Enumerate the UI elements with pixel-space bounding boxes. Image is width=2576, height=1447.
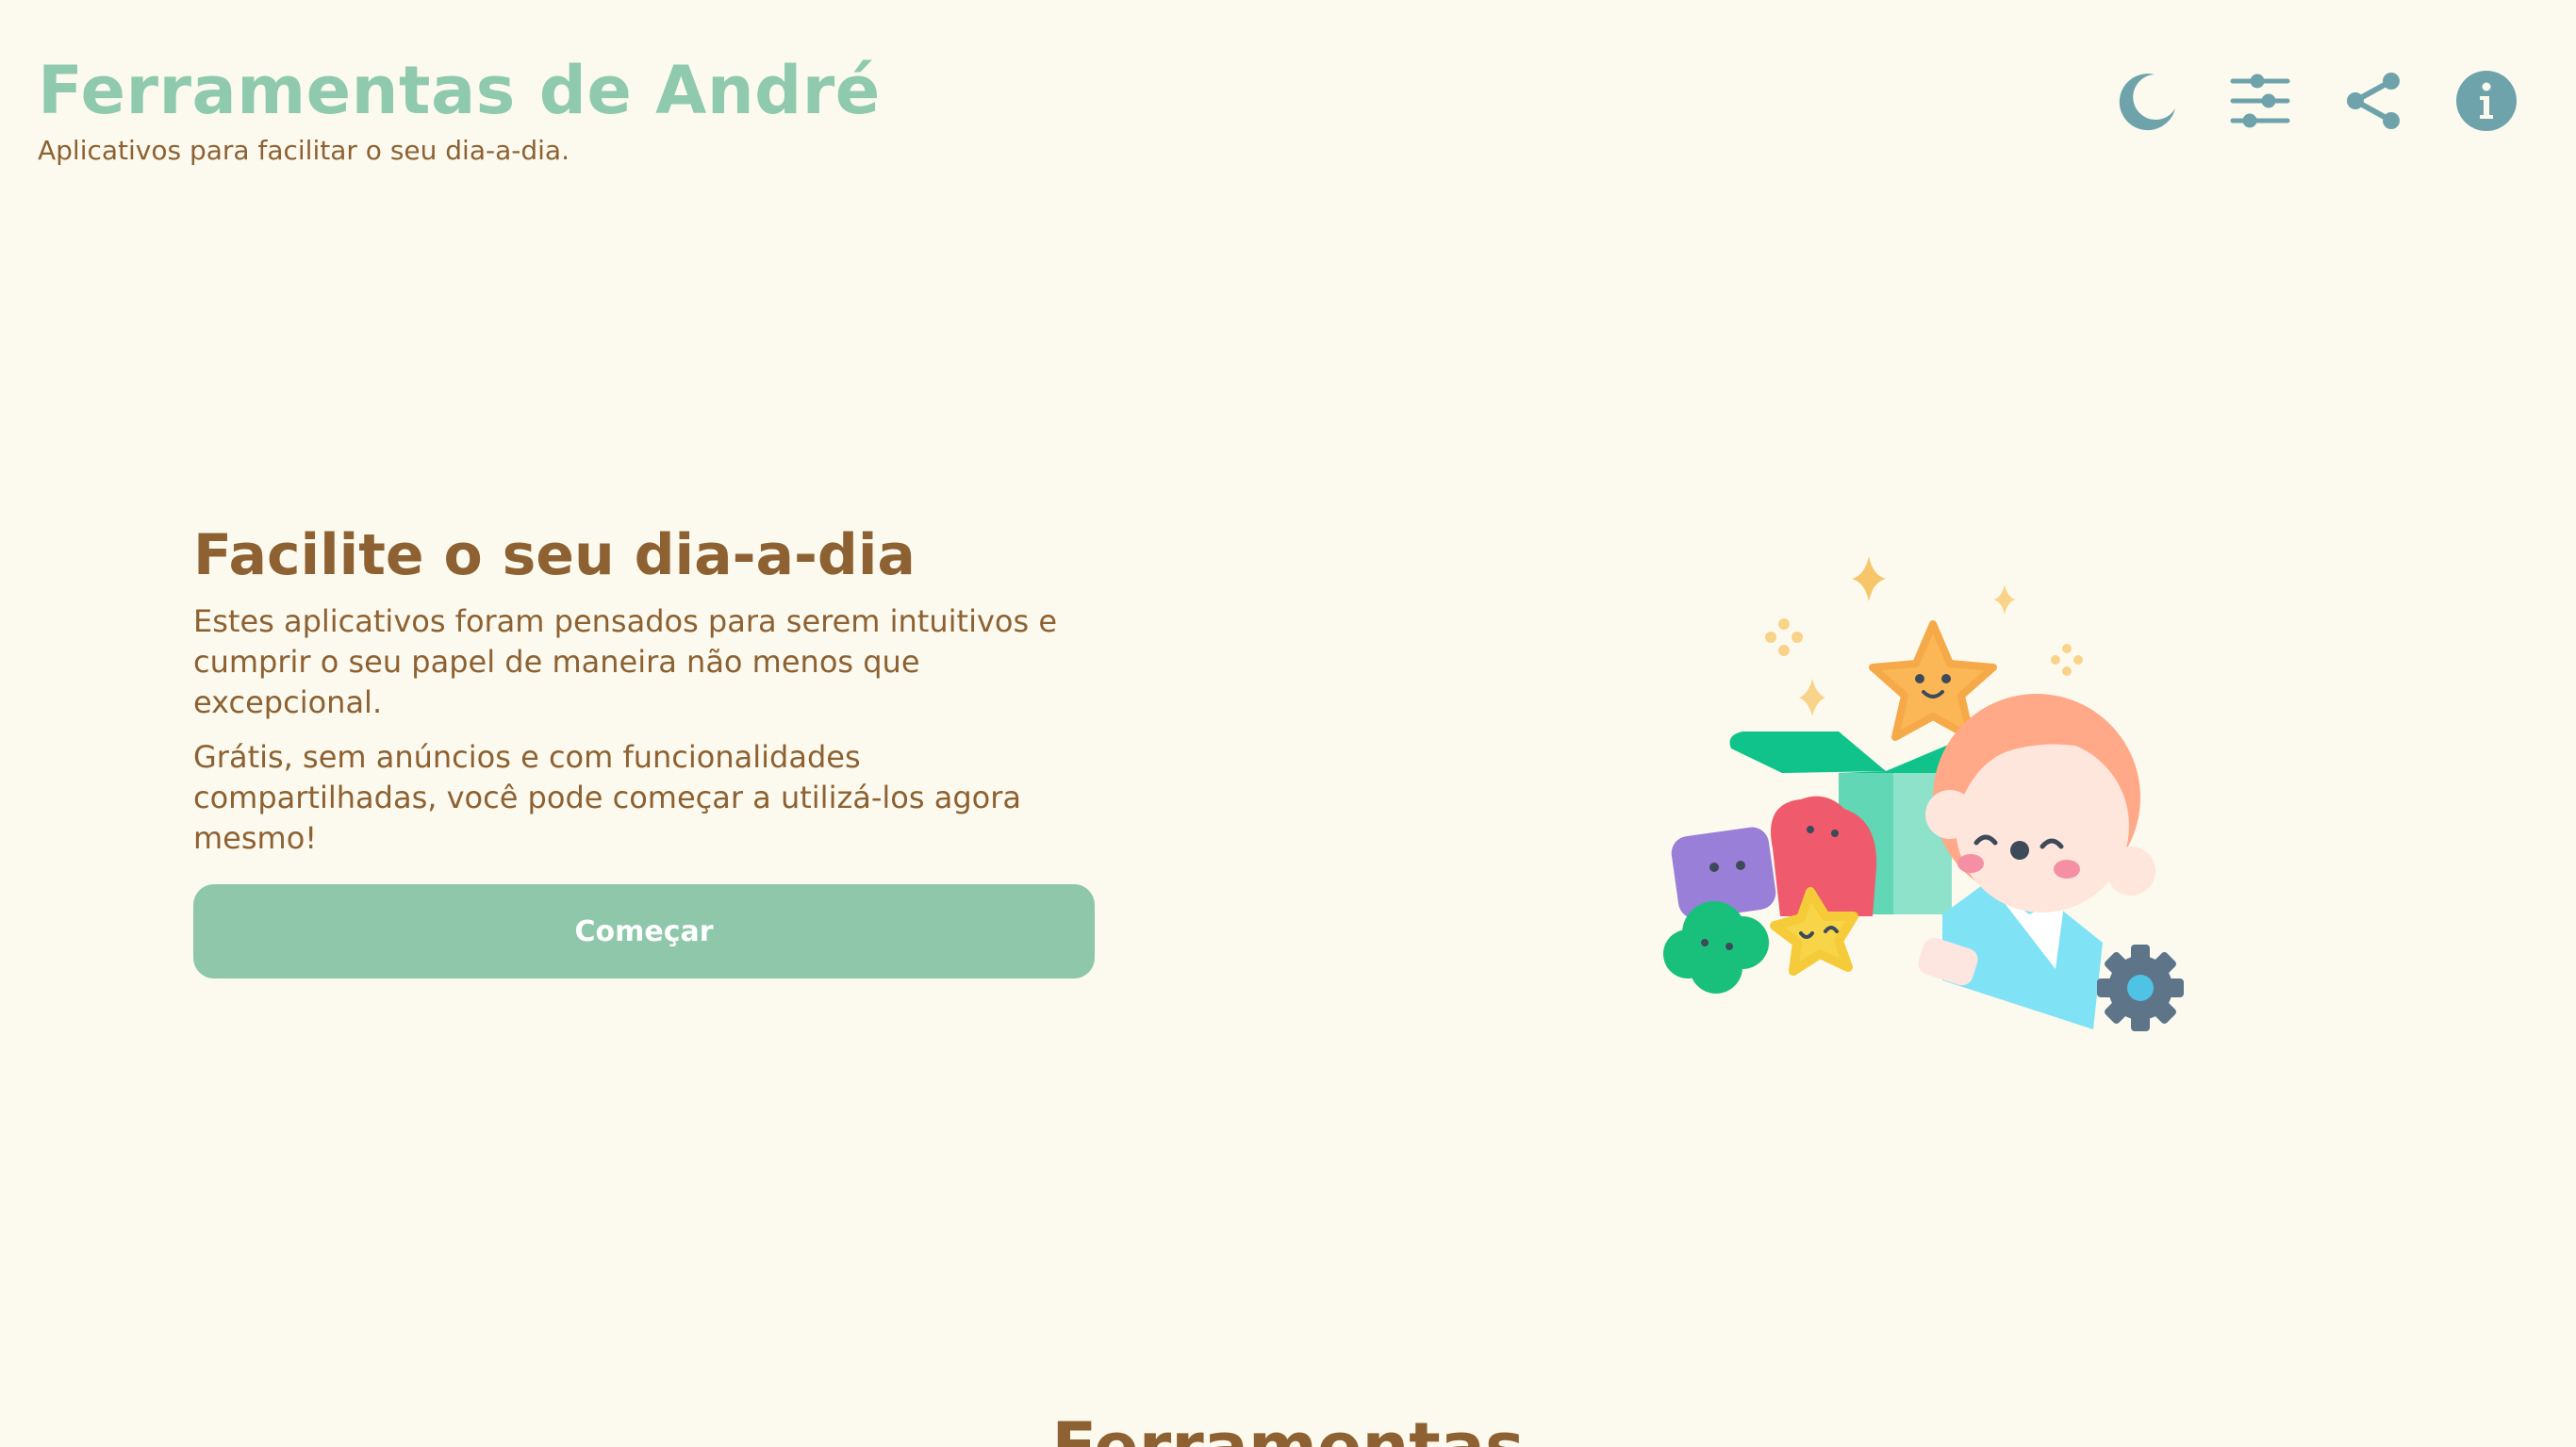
site-subtitle: Aplicativos para facilitar o seu dia-a-d… (38, 135, 570, 166)
page: Ferramentas de André Aplicativos para fa… (0, 0, 2576, 1447)
theme-toggle-button[interactable] (2114, 68, 2180, 134)
hero-illustration (1663, 556, 2184, 1031)
hero-section: Facilite o seu dia-a-dia Estes aplicativ… (193, 518, 1098, 978)
toolbar (2114, 68, 2519, 134)
settings-button[interactable] (2227, 68, 2293, 134)
green-flower-character (1663, 901, 1769, 994)
share-icon (2347, 73, 2400, 129)
start-button-label: Começar (574, 914, 714, 948)
info-icon (2456, 71, 2517, 131)
tools-section-title: Ferramentas (1051, 1408, 1525, 1447)
hero-features: Grátis, sem anúncios e com funcionalidad… (193, 739, 1021, 856)
site-title[interactable]: Ferramentas de André (38, 45, 881, 136)
start-button[interactable]: Começar (193, 884, 1095, 978)
sliders-icon (2230, 74, 2290, 128)
hero-title: Facilite o seu dia-a-dia (193, 522, 916, 588)
brand: Ferramentas de André Aplicativos para fa… (38, 45, 881, 168)
share-button[interactable] (2340, 68, 2406, 134)
hero-description: Estes aplicativos foram pensados para se… (193, 603, 1057, 720)
gear-icon (2097, 945, 2184, 1031)
moon-icon (2119, 74, 2175, 131)
info-button[interactable] (2453, 68, 2519, 134)
